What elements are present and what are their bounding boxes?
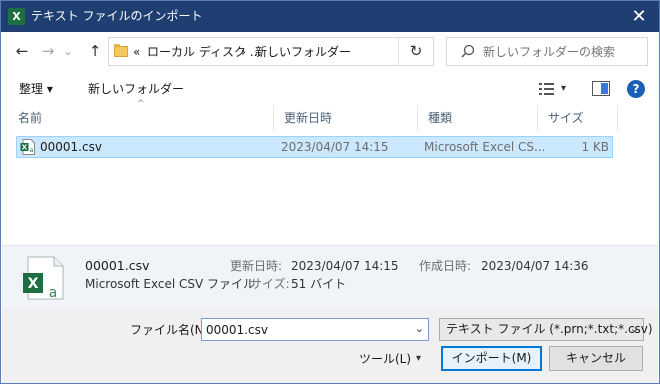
svg-text:X: X: [22, 144, 28, 152]
details-pane: X a 00001.csv Microsoft Excel CSV ファイル 更…: [2, 245, 658, 308]
search-input[interactable]: [483, 42, 643, 62]
title-bar: X テキスト ファイルのインポート ✕: [1, 1, 659, 32]
filename-input[interactable]: [206, 321, 406, 338]
details-size-value: 51 バイト: [291, 277, 347, 291]
window-title: テキスト ファイルのインポート: [31, 9, 203, 23]
address-bar[interactable]: « ローカル ディスク ... › 新しいフォルダー ↻: [108, 37, 434, 66]
filetype-value: テキスト ファイル (*.prn;*.txt;*.csv): [446, 322, 653, 336]
details-created-label: 作成日時:: [419, 259, 472, 273]
help-icon[interactable]: ?: [627, 80, 645, 98]
back-arrow-icon: ←: [15, 42, 29, 60]
details-modified-label: 更新日時:: [230, 259, 283, 273]
forward-button[interactable]: →: [37, 40, 59, 62]
details-size-label: サイズ:: [250, 277, 290, 291]
breadcrumb-overflow[interactable]: «: [133, 45, 140, 59]
import-dialog: X テキスト ファイルのインポート ✕ ← → ⌄ ↑ « ローカル ディスク …: [0, 0, 660, 384]
file-modified: 2023/04/07 14:15: [281, 140, 389, 154]
tools-chevron-icon[interactable]: ▾: [416, 350, 421, 368]
breadcrumb-separator-icon[interactable]: ›: [241, 45, 246, 59]
new-folder-button[interactable]: 新しいフォルダー: [88, 80, 184, 98]
details-modified-value: 2023/04/07 14:15: [291, 259, 399, 273]
file-size: 1 KB: [581, 140, 609, 154]
file-list-header: 名前 更新日時 種類 サイズ: [8, 105, 618, 131]
tools-menu-button[interactable]: ツール(L): [359, 350, 411, 368]
search-icon: [461, 44, 475, 58]
chevron-down-icon[interactable]: ⌄: [630, 322, 639, 335]
search-box[interactable]: [446, 37, 648, 66]
file-type: Microsoft Excel CS...: [424, 140, 546, 154]
excel-csv-file-icon: X a: [20, 139, 35, 155]
svg-text:a: a: [30, 147, 34, 154]
details-file-type: Microsoft Excel CSV ファイル: [85, 277, 256, 291]
recent-locations-button[interactable]: ⌄: [60, 40, 76, 62]
folder-icon: [114, 44, 128, 58]
forward-arrow-icon: →: [41, 42, 55, 60]
column-name[interactable]: 名前: [8, 105, 274, 131]
view-options-chevron-icon[interactable]: ▾: [561, 80, 566, 98]
details-file-name: 00001.csv: [85, 258, 150, 273]
column-type[interactable]: 種類: [418, 105, 538, 131]
back-button[interactable]: ←: [11, 40, 33, 62]
svg-text:X: X: [28, 276, 39, 292]
chevron-down-icon: ⌄: [62, 44, 74, 58]
address-divider: [398, 38, 399, 65]
chevron-down-icon[interactable]: ⌄: [415, 322, 424, 335]
dialog-footer: ファイル名(N): ⌄ テキスト ファイル (*.prn;*.txt;*.csv…: [2, 308, 658, 383]
filetype-select[interactable]: テキスト ファイル (*.prn;*.txt;*.csv) ⌄: [439, 318, 653, 341]
refresh-button[interactable]: ↻: [401, 40, 431, 63]
up-button[interactable]: ↑: [84, 40, 106, 62]
excel-app-icon: X: [8, 8, 25, 25]
refresh-icon: ↻: [409, 42, 423, 60]
breadcrumb-new-folder[interactable]: 新しいフォルダー: [255, 45, 351, 59]
filename-combo[interactable]: ⌄: [201, 318, 429, 341]
column-modified[interactable]: 更新日時: [274, 105, 418, 131]
details-created-value: 2023/04/07 14:36: [481, 259, 589, 273]
organize-button[interactable]: 整理 ▾: [19, 80, 53, 98]
preview-pane-icon[interactable]: [592, 81, 610, 96]
svg-text:a: a: [49, 285, 58, 300]
file-row[interactable]: X a 00001.csv 2023/04/07 14:15 Microsoft…: [16, 136, 613, 158]
import-button[interactable]: インポート(M): [441, 346, 542, 371]
column-size[interactable]: サイズ: [538, 105, 618, 131]
cancel-button[interactable]: キャンセル: [549, 346, 643, 371]
view-options-icon[interactable]: [537, 79, 557, 99]
excel-csv-large-icon: X a: [23, 256, 64, 300]
file-name: 00001.csv: [40, 140, 102, 154]
close-button[interactable]: ✕: [619, 1, 659, 32]
up-arrow-icon: ↑: [88, 42, 102, 60]
